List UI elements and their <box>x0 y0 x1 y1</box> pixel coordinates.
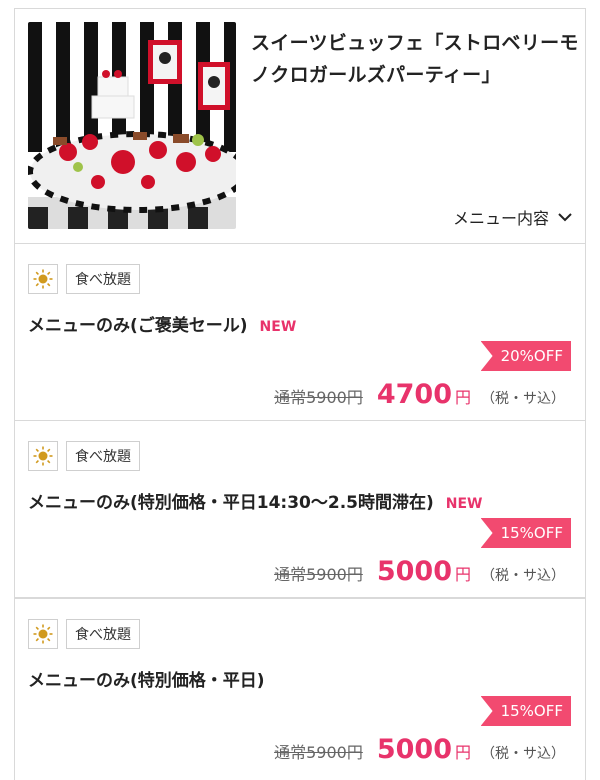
menu-name[interactable]: メニューのみ(特別価格・平日14:30〜2.5時間滞在) NEW <box>28 488 483 513</box>
menu-card[interactable]: 食べ放題 メニューのみ(特別価格・平日14:30〜2.5時間滞在) NEW 15… <box>14 420 586 598</box>
tax-note: （税・サ込） <box>481 391 565 407</box>
menu-name-text: メニューのみ(ご褒美セール) <box>28 316 248 336</box>
menu-toggle-label: メニュー内容 <box>452 209 549 228</box>
new-badge: NEW <box>445 496 483 512</box>
price-row: 通常5900円 5000 円 （税・サ込） <box>274 556 565 587</box>
all-you-can-eat-tag: 食べ放題 <box>66 264 140 294</box>
discount-badge: 20%OFF <box>480 341 571 371</box>
discount-badge: 15%OFF <box>480 696 571 726</box>
sun-icon <box>28 264 58 294</box>
course-title[interactable]: スイーツビュッフェ「ストロベリーモノクロガールズパーティー」 <box>251 27 581 91</box>
tax-note: （税・サ込） <box>481 568 565 584</box>
tag-row: 食べ放題 <box>28 619 140 649</box>
course-photo <box>28 22 236 229</box>
all-you-can-eat-tag: 食べ放題 <box>66 441 140 471</box>
sun-icon <box>28 441 58 471</box>
sale-price: 5000 <box>376 556 452 587</box>
sale-price: 5000 <box>376 734 452 765</box>
yen-unit: 円 <box>454 565 471 584</box>
menu-name[interactable]: メニューのみ(特別価格・平日) <box>28 666 265 691</box>
tag-row: 食べ放題 <box>28 264 140 294</box>
menu-toggle[interactable]: メニュー内容 <box>453 205 573 229</box>
tag-row: 食べ放題 <box>28 441 140 471</box>
yen-unit: 円 <box>454 388 471 407</box>
menu-name-text: メニューのみ(特別価格・平日14:30〜2.5時間滞在) <box>28 493 434 513</box>
price-row: 通常5900円 4700 円 （税・サ込） <box>274 379 565 410</box>
menu-card[interactable]: 食べ放題 メニューのみ(ご褒美セール) NEW 20%OFF 通常5900円 4… <box>14 243 586 421</box>
yen-unit: 円 <box>454 743 471 762</box>
price-row: 通常5900円 5000 円 （税・サ込） <box>274 734 565 765</box>
regular-price: 通常5900円 <box>274 743 363 762</box>
menu-name-text: メニューのみ(特別価格・平日) <box>28 671 265 691</box>
discount-badge: 15%OFF <box>480 518 571 548</box>
menu-name[interactable]: メニューのみ(ご褒美セール) NEW <box>28 311 296 336</box>
tax-note: （税・サ込） <box>481 746 565 762</box>
page: スイーツビュッフェ「ストロベリーモノクロガールズパーティー」 メニュー内容 食べ… <box>0 0 600 780</box>
chevron-down-icon <box>558 213 572 222</box>
regular-price: 通常5900円 <box>274 388 363 407</box>
regular-price: 通常5900円 <box>274 565 363 584</box>
sun-icon <box>28 619 58 649</box>
course-header-card: スイーツビュッフェ「ストロベリーモノクロガールズパーティー」 メニュー内容 <box>14 8 586 244</box>
menu-card[interactable]: 食べ放題 メニューのみ(特別価格・平日) 15%OFF 通常5900円 5000… <box>14 598 586 780</box>
sale-price: 4700 <box>376 379 452 410</box>
new-badge: NEW <box>259 319 297 335</box>
all-you-can-eat-tag: 食べ放題 <box>66 619 140 649</box>
